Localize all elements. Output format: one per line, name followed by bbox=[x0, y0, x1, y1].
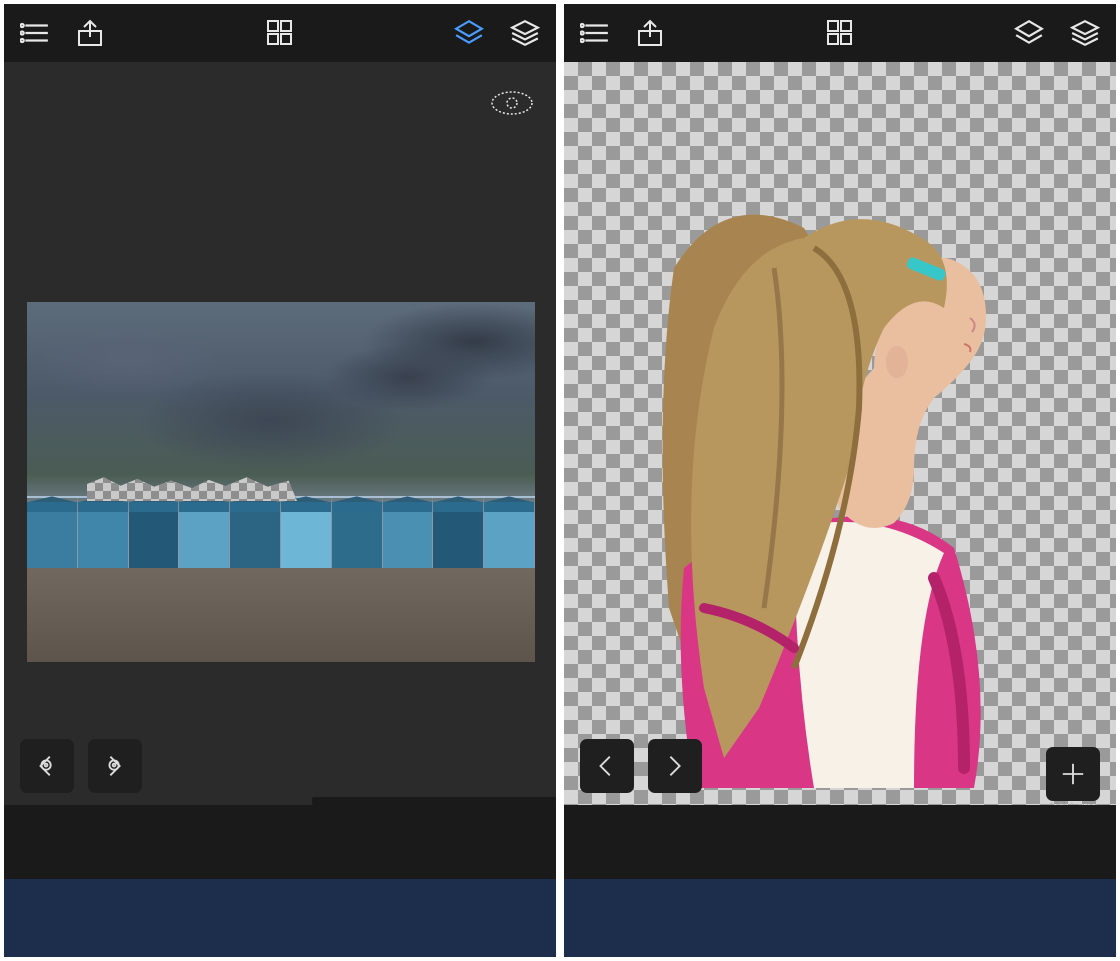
bottom-tabbar bbox=[564, 879, 1116, 957]
list-icon[interactable] bbox=[578, 18, 612, 48]
add-layer-label: Add Layer bbox=[1048, 801, 1098, 805]
stack-icon[interactable] bbox=[1012, 18, 1046, 48]
layers-icon[interactable] bbox=[508, 18, 542, 48]
add-layer-button[interactable] bbox=[1046, 747, 1100, 801]
right-screen: Add Layer bbox=[564, 4, 1116, 957]
nav-prev-button[interactable] bbox=[20, 739, 74, 793]
topbar bbox=[4, 4, 556, 62]
left-screen bbox=[4, 4, 556, 957]
share-icon[interactable] bbox=[74, 18, 108, 48]
grid-icon[interactable] bbox=[263, 18, 297, 48]
list-icon[interactable] bbox=[18, 18, 52, 48]
mask-tool-row bbox=[4, 805, 556, 879]
mask-tool-palette bbox=[312, 797, 556, 805]
bottom-tabbar bbox=[4, 879, 556, 957]
nav-next-button[interactable] bbox=[88, 739, 142, 793]
layer-image[interactable] bbox=[614, 148, 1034, 788]
canvas[interactable]: Add Layer bbox=[564, 62, 1116, 805]
layers-icon[interactable] bbox=[1068, 18, 1102, 48]
share-icon[interactable] bbox=[634, 18, 668, 48]
layer-image[interactable] bbox=[27, 302, 535, 662]
nav-next-button[interactable] bbox=[648, 739, 702, 793]
topbar bbox=[564, 4, 1116, 62]
canvas[interactable] bbox=[4, 62, 556, 805]
grid-icon[interactable] bbox=[823, 18, 857, 48]
visibility-icon[interactable] bbox=[490, 90, 534, 121]
stack-icon[interactable] bbox=[452, 18, 486, 48]
nav-prev-button[interactable] bbox=[580, 739, 634, 793]
layers-tool-row bbox=[564, 805, 1116, 879]
